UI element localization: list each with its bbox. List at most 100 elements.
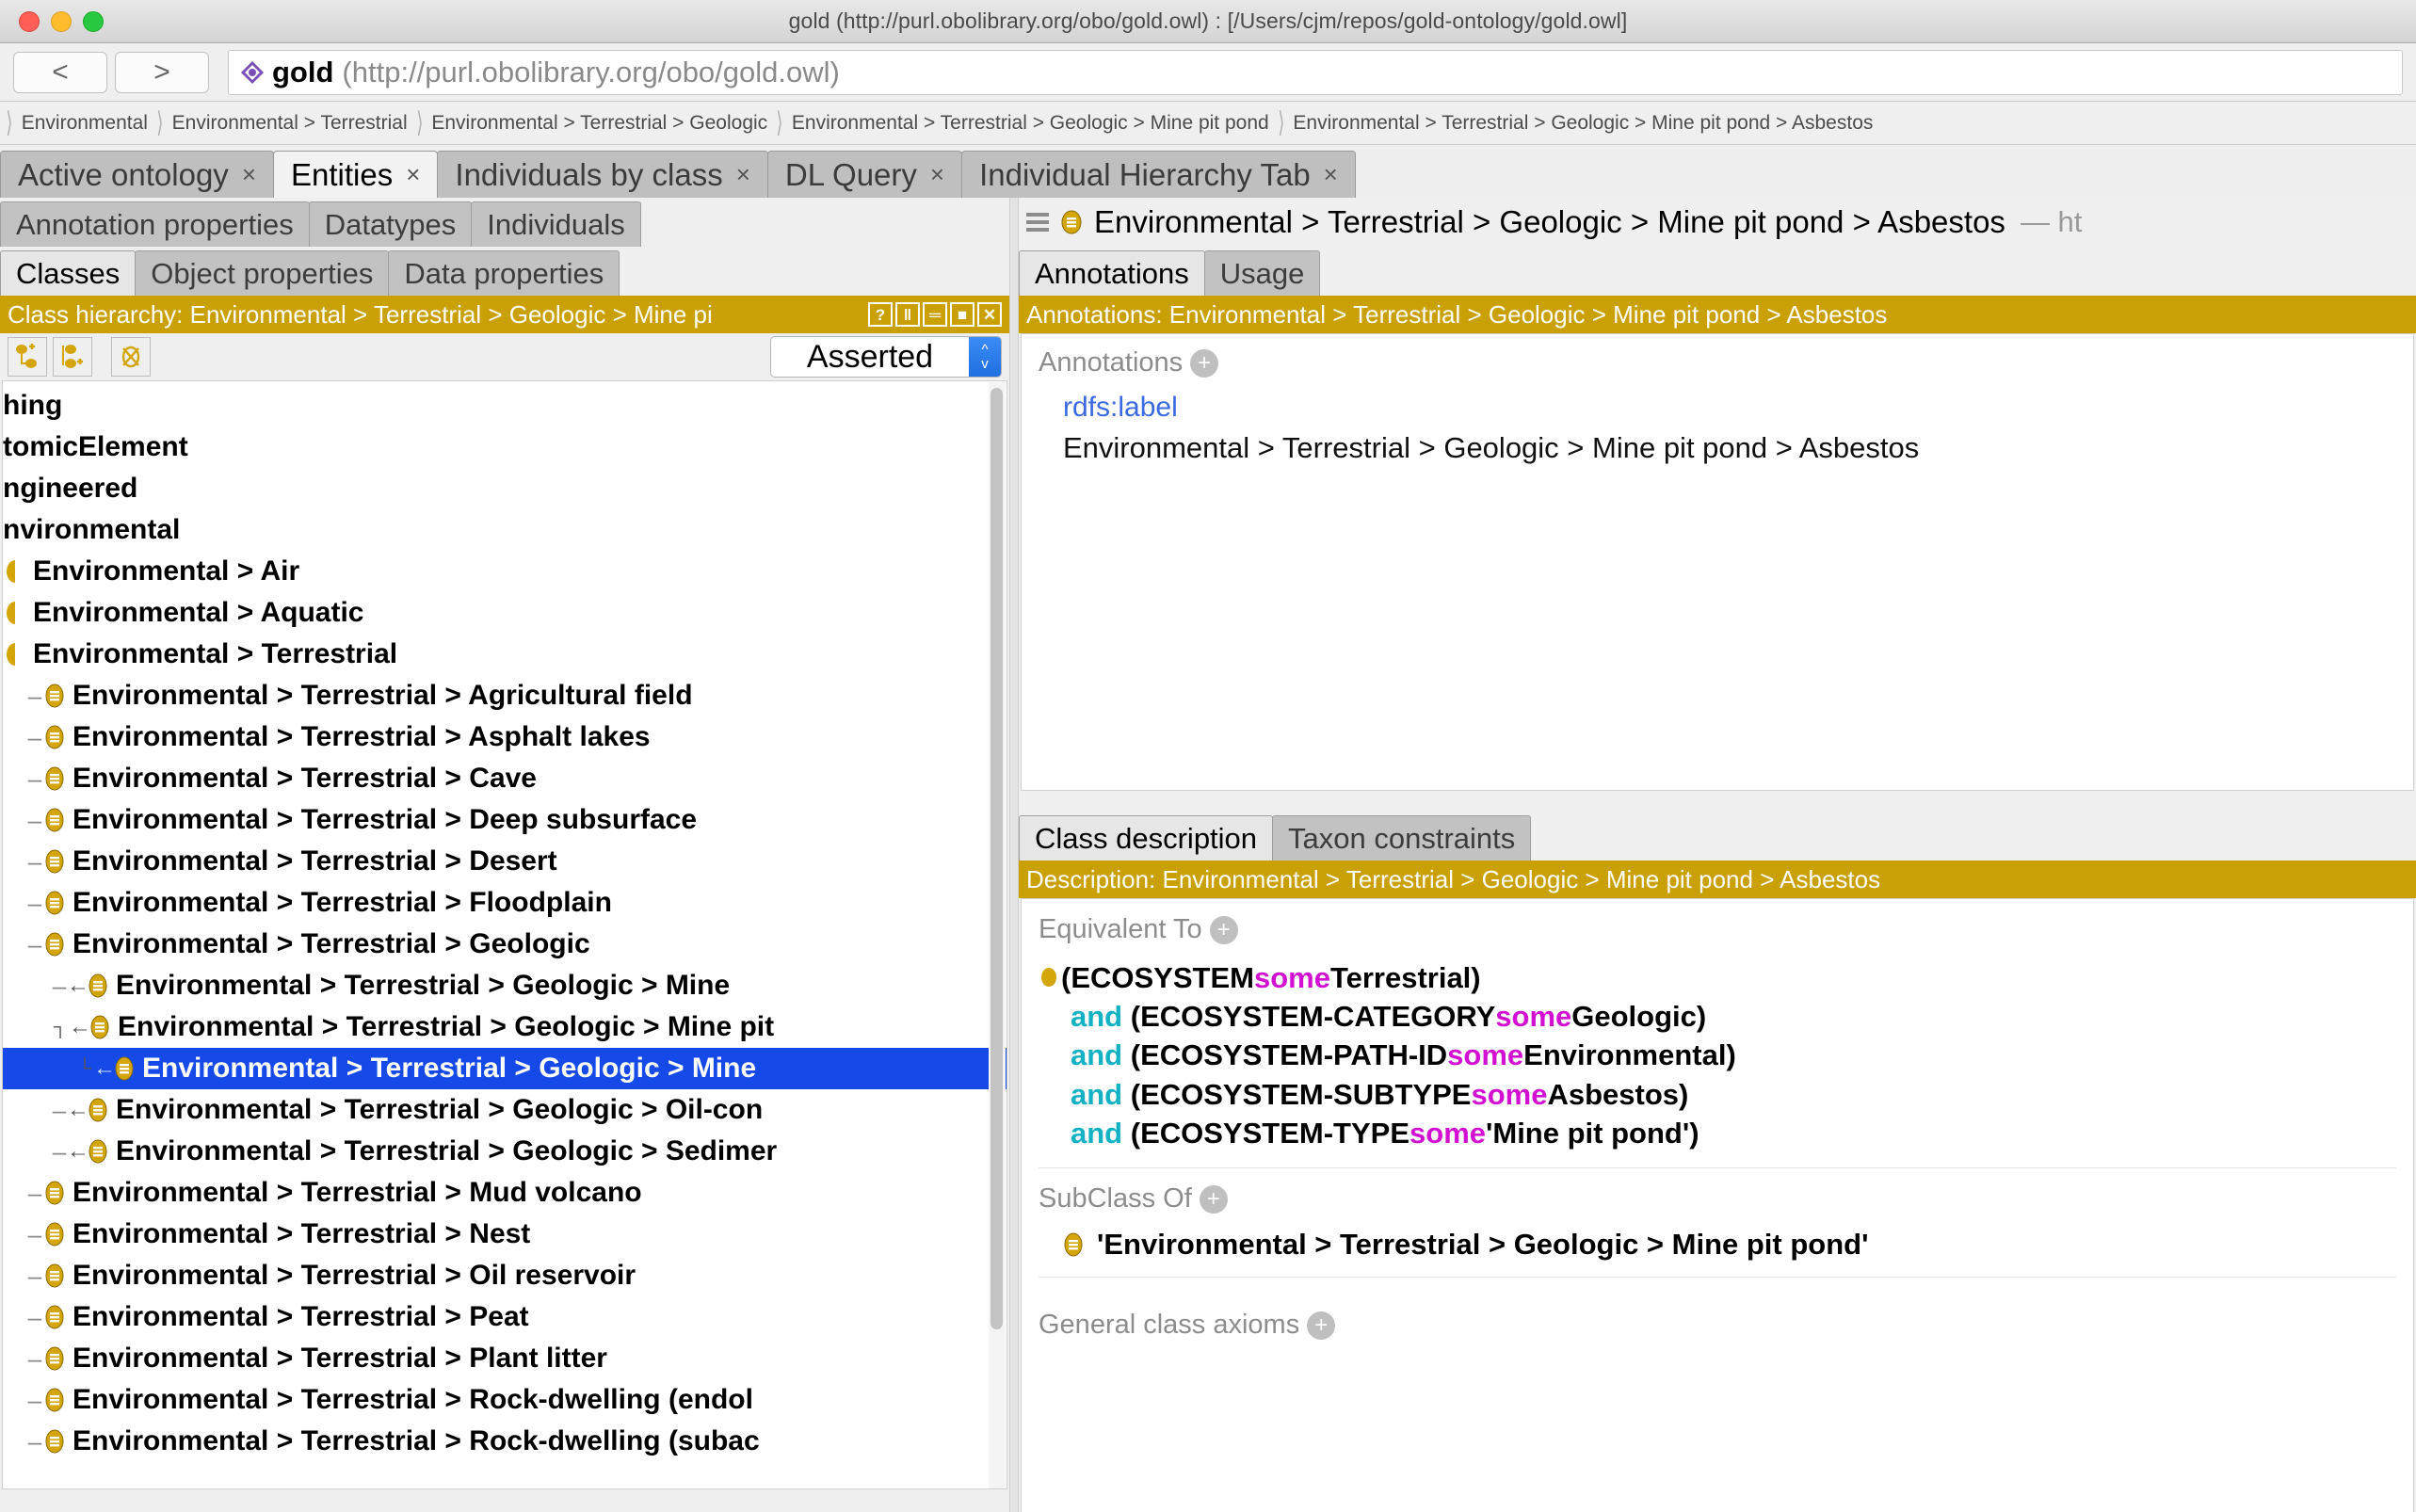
tree-row[interactable]: – ← Environmental > Terrestrial > Geologic… bbox=[3, 1131, 1007, 1172]
close-tab-icon[interactable]: × bbox=[1324, 160, 1338, 189]
add-equivalent-class-button[interactable]: + bbox=[1209, 915, 1238, 944]
entity-tab-datatypes[interactable]: Datatypes bbox=[308, 201, 473, 247]
class-hierarchy-tree[interactable]: hing tomicElement ngineered nvironmental Env… bbox=[2, 380, 1007, 1489]
delete-class-button[interactable] bbox=[111, 337, 151, 377]
add-annotation-button[interactable]: + bbox=[1190, 348, 1219, 378]
tree-branch-icon[interactable]: └ bbox=[76, 1058, 93, 1080]
tab-entities[interactable]: Entities × bbox=[273, 151, 439, 198]
tree-row[interactable]: – ← Environmental > Terrestrial > Geologic… bbox=[3, 1089, 1007, 1131]
close-tab-icon[interactable]: × bbox=[930, 160, 944, 189]
class-partial-icon bbox=[7, 602, 15, 624]
add-sibling-class-button[interactable] bbox=[53, 337, 92, 377]
close-tab-icon[interactable]: × bbox=[406, 160, 420, 189]
add-general-class-axiom-button[interactable]: + bbox=[1307, 1311, 1336, 1340]
menu-icon[interactable] bbox=[1026, 213, 1049, 232]
tree-row[interactable]: – Environmental > Terrestrial > Peat bbox=[3, 1296, 1007, 1338]
maximize-panel-button[interactable]: ■ bbox=[950, 302, 974, 327]
tree-row[interactable]: – Environmental > Terrestrial > Agricultu… bbox=[3, 675, 1007, 716]
filler-class-name: Terrestrial) bbox=[1329, 961, 1481, 994]
tree-branch-icon[interactable]: ┐ bbox=[52, 1017, 69, 1038]
tree-row[interactable]: – Environmental > Terrestrial > Plant lit… bbox=[3, 1338, 1007, 1379]
tree-branch-line: – bbox=[27, 1385, 42, 1414]
entity-type-tabs-row-2: Classes Object properties Data properties bbox=[0, 247, 1009, 296]
tree-row[interactable]: – Environmental > Terrestrial > Desert bbox=[3, 841, 1007, 882]
ontology-iri-field[interactable]: gold (http://purl.obolibrary.org/obo/gol… bbox=[228, 49, 2403, 95]
tree-row[interactable]: – Environmental > Terrestrial > Mud volca… bbox=[3, 1172, 1007, 1214]
tab-active-ontology[interactable]: Active ontology × bbox=[0, 151, 274, 198]
breadcrumb-item[interactable]: ⟩ Environmental > Terrestrial > Geologic bbox=[411, 102, 771, 144]
tree-row[interactable]: – Environmental > Terrestrial > Deep subs… bbox=[3, 799, 1007, 841]
close-tab-icon[interactable]: × bbox=[242, 160, 256, 189]
tree-vertical-scrollbar[interactable] bbox=[989, 382, 1006, 1488]
equivalent-to-expression[interactable]: (ECOSYSTEM some Terrestrial) and (ECOSYST… bbox=[1039, 958, 2396, 1152]
tree-row[interactable]: – Environmental > Terrestrial > Rock-dwel… bbox=[3, 1379, 1007, 1421]
tree-row[interactable]: Environmental > Terrestrial bbox=[3, 634, 1007, 675]
tree-branch-line: – bbox=[27, 1343, 42, 1373]
entity-tab-data-properties[interactable]: Data properties bbox=[388, 250, 620, 296]
tree-row[interactable]: – Environmental > Terrestrial > Nest bbox=[3, 1214, 1007, 1255]
tree-row[interactable]: – Environmental > Terrestrial > Asphalt l… bbox=[3, 716, 1007, 758]
tree-row-label: hing bbox=[3, 390, 63, 421]
tab-dl-query[interactable]: DL Query × bbox=[766, 151, 963, 198]
superclass-row[interactable]: 'Environmental > Terrestrial > Geologic … bbox=[1061, 1228, 2396, 1262]
tree-branch-line: – bbox=[27, 1302, 42, 1331]
tree-row[interactable]: – ← Environmental > Terrestrial > Geologic… bbox=[3, 965, 1007, 1006]
minimize-panel-button[interactable]: ═ bbox=[923, 302, 947, 327]
tree-row[interactable]: – Environmental > Terrestrial > Oil reser… bbox=[3, 1255, 1007, 1296]
breadcrumb-item[interactable]: ⟩ Environmental bbox=[0, 102, 151, 144]
tab-individuals-by-class[interactable]: Individuals by class × bbox=[437, 151, 768, 198]
back-button[interactable]: < bbox=[13, 51, 107, 93]
view-mode-dropdown[interactable]: Asserted ^ v bbox=[770, 336, 1002, 378]
class-partial-icon bbox=[7, 560, 15, 583]
tree-row-label: Environmental > Terrestrial > Geologic >… bbox=[116, 970, 731, 1001]
tree-branch-line: – bbox=[27, 1219, 42, 1248]
entity-tab-object-properties[interactable]: Object properties bbox=[135, 250, 390, 296]
tree-row[interactable]: – Environmental > Terrestrial > Geologic bbox=[3, 924, 1007, 965]
add-superclass-button[interactable]: + bbox=[1199, 1184, 1228, 1214]
tree-row[interactable]: nvironmental bbox=[3, 509, 1007, 551]
tree-row[interactable]: hing bbox=[3, 385, 1007, 426]
annotations-bar-label: Annotations: Environmental > Terrestrial… bbox=[1026, 299, 1888, 329]
panel-window-buttons[interactable]: ? ‖ ═ ■ ✕ bbox=[868, 302, 1002, 327]
description-tab-taxon-constraints[interactable]: Taxon constraints bbox=[1272, 815, 1532, 861]
tree-branch-line: – bbox=[27, 805, 42, 834]
entity-tab-individuals[interactable]: Individuals bbox=[471, 201, 641, 247]
expression-line[interactable]: and (ECOSYSTEM-CATEGORY some Geologic) bbox=[1039, 997, 2396, 1036]
tree-row[interactable]: – Environmental > Terrestrial > Cave bbox=[3, 758, 1007, 799]
expression-line[interactable]: (ECOSYSTEM some Terrestrial) bbox=[1039, 958, 2396, 997]
description-tab-class-description[interactable]: Class description bbox=[1019, 815, 1274, 861]
close-tab-icon[interactable]: × bbox=[736, 160, 750, 189]
expression-line[interactable]: and (ECOSYSTEM-TYPE some 'Mine pit pond'… bbox=[1039, 1114, 2396, 1152]
tree-row[interactable]: Environmental > Aquatic bbox=[3, 592, 1007, 634]
detail-tab-annotations[interactable]: Annotations bbox=[1019, 250, 1205, 296]
tab-label: Active ontology bbox=[18, 156, 229, 192]
tree-row[interactable]: – Environmental > Terrestrial > Rock-dwel… bbox=[3, 1421, 1007, 1462]
annotation-value[interactable]: Environmental > Terrestrial > Geologic >… bbox=[1063, 431, 2396, 465]
entity-type-tabs-row-1: Annotation properties Datatypes Individual… bbox=[0, 198, 1009, 247]
breadcrumb-item[interactable]: ⟩ Environmental > Terrestrial bbox=[151, 102, 411, 144]
tree-row[interactable]: – Environmental > Terrestrial > Floodplai… bbox=[3, 882, 1007, 924]
breadcrumb-item[interactable]: ⟩ Environmental > Terrestrial > Geologic … bbox=[770, 102, 1272, 144]
tree-row[interactable]: Environmental > Air bbox=[3, 551, 1007, 592]
annotation-property[interactable]: rdfs:label bbox=[1063, 392, 2396, 424]
forward-button[interactable]: > bbox=[115, 51, 209, 93]
entity-tab-annotation-properties[interactable]: Annotation properties bbox=[0, 201, 310, 247]
tree-scrollbar-thumb[interactable] bbox=[991, 388, 1003, 1329]
tree-row-label: Environmental > Terrestrial > Nest bbox=[72, 1218, 531, 1249]
pane-splitter[interactable] bbox=[1009, 198, 1019, 1512]
expression-line[interactable]: and (ECOSYSTEM-PATH-ID some Environmenta… bbox=[1039, 1036, 2396, 1074]
tree-row[interactable]: ngineered bbox=[3, 468, 1007, 509]
detail-tab-usage[interactable]: Usage bbox=[1203, 250, 1321, 296]
expression-line[interactable]: and (ECOSYSTEM-SUBTYPE some Asbestos) bbox=[1039, 1075, 2396, 1114]
tab-individual-hierarchy-tab[interactable]: Individual Hierarchy Tab × bbox=[961, 151, 1356, 198]
tree-row[interactable]: └ ← Environmental > Terrestrial > Geologic… bbox=[3, 1048, 1007, 1089]
breadcrumb-item[interactable]: ⟩ Environmental > Terrestrial > Geologic … bbox=[1272, 102, 1876, 144]
class-hierarchy-title: Class hierarchy: Environmental > Terrest… bbox=[8, 299, 713, 329]
tree-row[interactable]: tomicElement bbox=[3, 426, 1007, 468]
tree-row[interactable]: ┐ ← Environmental > Terrestrial > Geologic… bbox=[3, 1006, 1007, 1048]
entity-tab-classes[interactable]: Classes bbox=[0, 250, 137, 296]
help-button[interactable]: ? bbox=[868, 302, 893, 327]
close-panel-button[interactable]: ✕ bbox=[977, 302, 1002, 327]
add-subclass-button[interactable] bbox=[8, 337, 47, 377]
split-panel-button[interactable]: ‖ bbox=[895, 302, 920, 327]
